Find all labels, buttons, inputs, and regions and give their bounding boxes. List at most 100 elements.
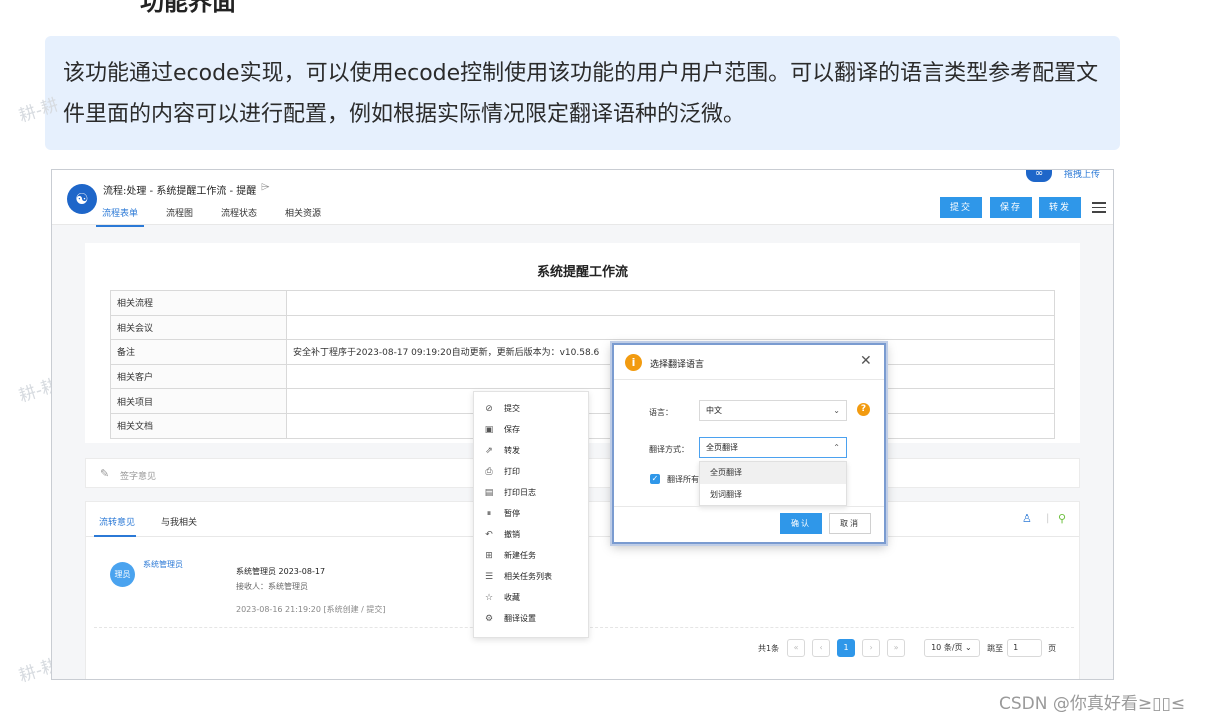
- csdn-credit: CSDN @你真好看≥▯▯≤: [999, 694, 1186, 714]
- tab-status[interactable]: 流程状态: [215, 203, 263, 227]
- field-value[interactable]: [286, 290, 1055, 316]
- callout-text: 该功能通过ecode实现，可以使用ecode控制使用该功能的用户用户范围。可以翻…: [63, 61, 1099, 127]
- forward-icon: ⇗: [485, 445, 493, 456]
- field-label: 相关会议: [110, 314, 287, 341]
- table-row: 相关会议: [110, 314, 1055, 341]
- list-icon: ☰: [484, 571, 494, 582]
- menu-item-label: 保存: [504, 425, 520, 434]
- page-size-select[interactable]: 10 条/页 ⌄: [924, 639, 981, 657]
- close-icon[interactable]: ✕: [860, 353, 872, 369]
- language-label: 语言：: [649, 408, 673, 417]
- save-icon: ▣: [484, 424, 494, 435]
- comment-date: 2023-08-16 21:19:20 [系统创建 / 提交]: [236, 605, 386, 614]
- table-row: 备注 安全补丁程序于2023-08-17 09:19:20自动更新，更新后版本为：…: [110, 339, 1055, 365]
- comment-title: 系统管理员 2023-08-17: [236, 567, 326, 576]
- forward-button[interactable]: 转发: [1039, 197, 1081, 218]
- total-count: 共1条: [758, 643, 780, 653]
- menu-item-new-task[interactable]: ⊞ 新建任务: [474, 545, 588, 566]
- dialog-title: 选择翻译语言: [650, 360, 705, 370]
- workflow-header: ☯ 流程:处理 - 系统提醒工作流 - 提醒 ⌲ ∞ 拖拽上传 流程表单 流程图…: [52, 170, 1113, 227]
- mode-select[interactable]: 全页翻译 ⌃: [699, 437, 847, 458]
- menu-item-pause[interactable]: ⏸ 暂停: [474, 503, 588, 524]
- prev-page-button[interactable]: ‹: [812, 639, 831, 657]
- field-label: 相关项目: [110, 388, 287, 414]
- menu-item-withdraw[interactable]: ↶ 撤销: [474, 524, 588, 545]
- upload-link[interactable]: 拖拽上传: [1064, 170, 1100, 180]
- translate-all-checkbox[interactable]: ✓: [650, 474, 660, 484]
- mode-value: 全页翻译: [706, 443, 738, 452]
- workflow-tabs: 流程表单 流程图 流程状态 相关资源: [96, 203, 343, 227]
- jump-label: 跳至: [987, 643, 1004, 653]
- menu-item-label: 提交: [504, 404, 520, 413]
- menu-item-label: 撤销: [504, 530, 520, 539]
- field-label: 相关文档: [110, 412, 287, 439]
- more-menu-icon[interactable]: [1092, 199, 1106, 216]
- menu-item-forward[interactable]: ⇗ 转发: [474, 440, 588, 461]
- menu-item-label: 转发: [504, 446, 520, 455]
- field-label: 相关流程: [110, 290, 287, 316]
- comment-receiver: 接收人：系统管理员: [236, 582, 308, 591]
- cancel-button[interactable]: 取消: [829, 513, 871, 534]
- menu-item-translate-settings[interactable]: ⚙ 翻译设置: [474, 608, 588, 629]
- tab-form[interactable]: 流程表单: [96, 203, 145, 227]
- translate-all-label: 翻译所有: [667, 475, 699, 484]
- pagination: 共1条 « ‹ 1 › » 10 条/页 ⌄ 跳至 1 页: [758, 638, 1056, 658]
- page-button[interactable]: 1: [837, 639, 856, 657]
- table-row: 相关流程: [110, 290, 1055, 316]
- undo-icon: ↶: [485, 529, 493, 540]
- option-full-page[interactable]: 全页翻译: [700, 462, 846, 484]
- menu-item-label: 打印: [504, 467, 520, 476]
- tab-resources[interactable]: 相关资源: [279, 203, 327, 227]
- menu-item-favorite[interactable]: ☆ 收藏: [474, 587, 588, 608]
- edit-icon: ✎: [100, 467, 110, 480]
- help-icon[interactable]: ?: [857, 403, 870, 416]
- dialog-footer: [614, 506, 884, 507]
- menu-item-print[interactable]: ⎙ 打印: [474, 461, 588, 482]
- menu-item-print-log[interactable]: ▤ 打印日志: [474, 482, 588, 503]
- mode-label: 翻译方式：: [649, 445, 689, 454]
- language-value: 中文: [706, 406, 722, 415]
- print-icon: ⎙: [485, 466, 493, 477]
- menu-item-label: 翻译设置: [504, 614, 536, 623]
- pause-icon: ⏸: [486, 508, 492, 519]
- tab-related-to-me[interactable]: 与我相关: [161, 515, 197, 528]
- search-icon[interactable]: ⚲: [1058, 512, 1066, 525]
- person-icon[interactable]: ♙: [1022, 512, 1032, 525]
- app-logo-icon: ☯: [67, 184, 97, 214]
- jump-input[interactable]: 1: [1007, 639, 1043, 657]
- dialog-header: i 选择翻译语言 ✕: [614, 345, 884, 380]
- menu-item-submit[interactable]: ⊘ 提交: [474, 398, 588, 419]
- app-screenshot: ☯ 流程:处理 - 系统提醒工作流 - 提醒 ⌲ ∞ 拖拽上传 流程表单 流程图…: [51, 169, 1114, 680]
- workflow-title: 流程:处理 - 系统提醒工作流 - 提醒: [103, 186, 257, 197]
- tag-icon[interactable]: ⌲: [261, 180, 270, 194]
- upload-icon[interactable]: ∞: [1026, 170, 1052, 182]
- info-icon: i: [625, 354, 642, 371]
- menu-item-label: 暂停: [504, 509, 520, 518]
- comment-user[interactable]: 系统管理员: [143, 559, 183, 570]
- first-page-button[interactable]: «: [787, 639, 806, 657]
- menu-item-save[interactable]: ▣ 保存: [474, 419, 588, 440]
- context-menu: ⊘ 提交 ▣ 保存 ⇗ 转发 ⎙ 打印 ▤ 打印日志 ⏸ 暂停 ↶ 撤销 ⊞ 新建任务 ☰ 相关任…: [473, 391, 589, 638]
- save-button[interactable]: 保存: [990, 197, 1032, 218]
- menu-item-label: 相关任务列表: [504, 572, 552, 581]
- last-page-button[interactable]: »: [887, 639, 906, 657]
- check-circle-icon: ⊘: [485, 403, 493, 414]
- option-selection[interactable]: 划词翻译: [700, 484, 846, 506]
- menu-item-label: 打印日志: [504, 488, 536, 497]
- menu-item-task-list[interactable]: ☰ 相关任务列表: [474, 566, 588, 587]
- submit-button[interactable]: 提交: [940, 197, 982, 218]
- avatar: 理员: [110, 562, 135, 587]
- page-unit: 页: [1048, 643, 1057, 653]
- mode-dropdown: 全页翻译 划词翻译: [699, 461, 847, 506]
- next-page-button[interactable]: ›: [862, 639, 881, 657]
- tab-flow-opinions[interactable]: 流转意见: [99, 515, 135, 528]
- menu-item-label: 新建任务: [504, 551, 536, 560]
- confirm-button[interactable]: 确认: [780, 513, 822, 534]
- chevron-up-icon: ⌃: [833, 443, 840, 452]
- doc-section-heading: 功能界面: [140, 0, 236, 16]
- language-select[interactable]: 中文 ⌄: [699, 400, 847, 421]
- tab-flowchart[interactable]: 流程图: [160, 203, 199, 227]
- field-value[interactable]: [286, 314, 1055, 341]
- translate-language-dialog: i 选择翻译语言 ✕ 语言： 中文 ⌄ ? 翻译方式： 全页翻译 ⌃ ✓ 翻译所…: [612, 343, 886, 544]
- star-icon: ☆: [484, 592, 494, 603]
